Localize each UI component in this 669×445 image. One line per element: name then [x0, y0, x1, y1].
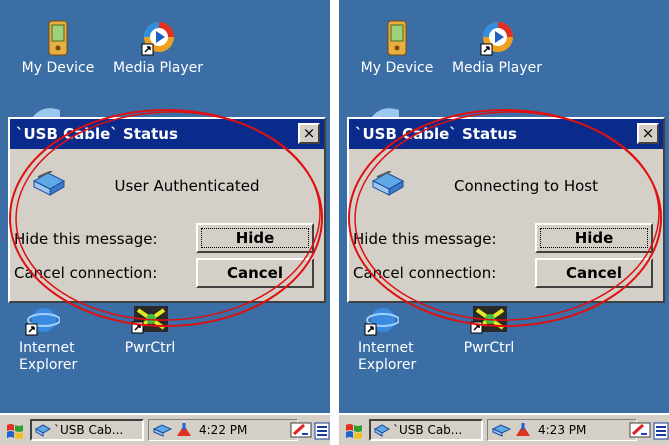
system-tray: 4:22 PM — [148, 419, 298, 441]
my-device-label: My Device — [360, 60, 434, 76]
pwrctrl-label: PwrCtrl — [124, 340, 176, 356]
taskbar: `USB Cab... 4:23 PM — [339, 413, 669, 445]
usb-task-icon — [35, 424, 51, 437]
cancel-button[interactable]: Cancel — [535, 258, 653, 288]
input-panel-icon[interactable] — [314, 421, 330, 441]
taskbar-task-usb[interactable]: `USB Cab... — [30, 419, 144, 441]
input-panel-icon[interactable] — [653, 421, 669, 441]
desktop-icon-internet-explorer[interactable]: Internet Explorer — [339, 304, 426, 374]
pwrctrl-icon — [131, 306, 168, 334]
cancel-connection-label: Cancel connection: — [353, 264, 497, 282]
cancel-connection-label: Cancel connection: — [14, 264, 158, 282]
internet-explorer-label: Internet Explorer — [19, 340, 78, 373]
dialog-title: `USB Cable` Status — [355, 125, 517, 143]
usb-status-dialog: `USB Cable` Status × User Authenticated … — [8, 117, 326, 303]
pda-icon — [387, 20, 407, 56]
taskbar-task-label: `USB Cab... — [54, 423, 124, 437]
pda-icon — [48, 20, 68, 56]
media-player-icon — [480, 22, 513, 56]
media-player-icon — [141, 22, 174, 56]
hide-button[interactable]: Hide — [535, 223, 653, 253]
dialog-titlebar[interactable]: `USB Cable` Status × — [10, 119, 324, 149]
internet-explorer-icon — [25, 308, 60, 336]
taskbar-task-usb[interactable]: `USB Cab... — [369, 419, 483, 441]
usb-status-dialog: `USB Cable` Status × Connecting to Host … — [347, 117, 665, 303]
pen-icon[interactable] — [629, 420, 651, 440]
pwrctrl-icon — [470, 306, 507, 334]
desktop-icon-pwrctrl[interactable]: PwrCtrl — [100, 304, 200, 357]
pwrctrl-label: PwrCtrl — [463, 340, 515, 356]
internet-explorer-icon — [364, 308, 399, 336]
taskbar-clock[interactable]: 4:22 PM — [199, 422, 247, 438]
screen-right: My Device Media Player `USB Cable` Statu… — [339, 0, 669, 445]
start-button[interactable] — [344, 421, 364, 445]
usb-task-icon — [374, 424, 390, 437]
media-player-label: Media Player — [451, 60, 543, 76]
hide-button[interactable]: Hide — [196, 223, 314, 253]
usb-tray-icon[interactable] — [492, 422, 512, 438]
taskbar-task-label: `USB Cab... — [393, 423, 463, 437]
dialog-close-button[interactable]: × — [637, 123, 659, 144]
status-message: Connecting to Host — [454, 177, 598, 195]
cancel-button[interactable]: Cancel — [196, 258, 314, 288]
screen-left: My Device Media Player `USB Cable` Statu… — [0, 0, 330, 445]
media-player-label: Media Player — [112, 60, 204, 76]
dialog-titlebar[interactable]: `USB Cable` Status × — [349, 119, 663, 149]
dialog-title: `USB Cable` Status — [16, 125, 178, 143]
hide-message-label: Hide this message: — [14, 230, 158, 248]
hide-message-label: Hide this message: — [353, 230, 497, 248]
desktop-icon-media-player[interactable]: Media Player — [447, 20, 547, 77]
desktop-icon-my-device[interactable]: My Device — [347, 20, 447, 77]
my-device-label: My Device — [21, 60, 95, 76]
taskbar: `USB Cab... 4:22 PM — [0, 413, 330, 445]
usb-tray-icon[interactable] — [153, 422, 173, 438]
dialog-close-button[interactable]: × — [298, 123, 320, 144]
internet-explorer-label: Internet Explorer — [358, 340, 417, 373]
desktop-icon-pwrctrl[interactable]: PwrCtrl — [439, 304, 539, 357]
desktop-icon-media-player[interactable]: Media Player — [108, 20, 208, 77]
start-button[interactable] — [5, 421, 25, 445]
taskbar-clock[interactable]: 4:23 PM — [538, 422, 586, 438]
desktop-icon-my-device[interactable]: My Device — [8, 20, 108, 77]
system-tray: 4:23 PM — [487, 419, 637, 441]
windows-flag-icon — [346, 424, 362, 439]
desktop-icon-internet-explorer[interactable]: Internet Explorer — [0, 304, 87, 374]
power-tray-icon[interactable] — [175, 422, 193, 438]
power-tray-icon[interactable] — [514, 422, 532, 438]
windows-flag-icon — [7, 424, 23, 439]
status-message: User Authenticated — [114, 177, 260, 195]
pen-icon[interactable] — [290, 420, 312, 440]
